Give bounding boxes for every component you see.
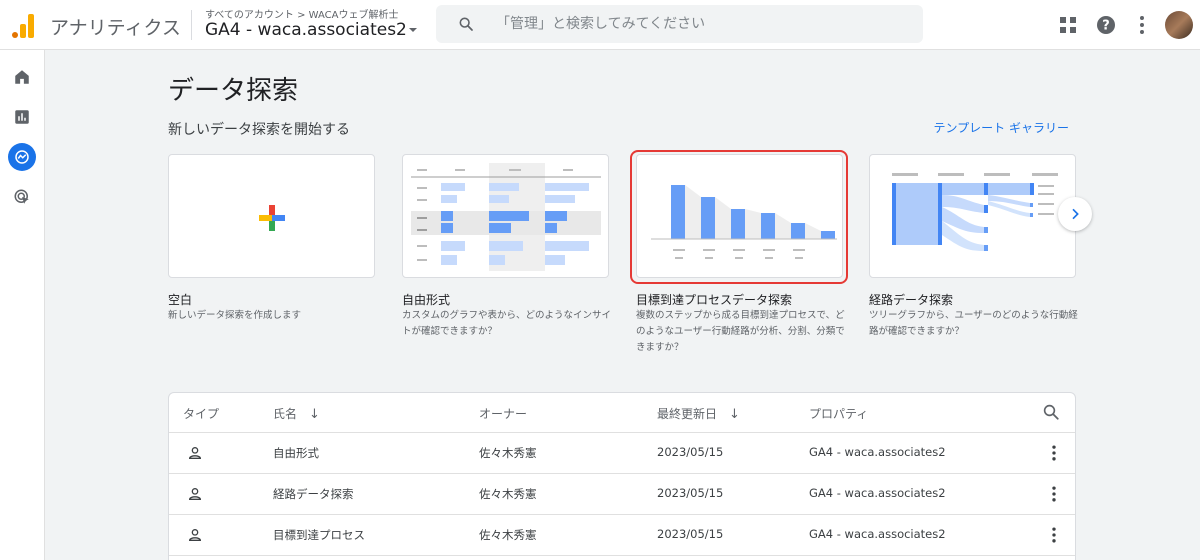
col-owner[interactable]: オーナー bbox=[479, 405, 527, 422]
page-title: データ探索 bbox=[168, 76, 299, 106]
avatar[interactable] bbox=[1165, 11, 1193, 39]
svg-text:?: ? bbox=[1102, 19, 1110, 34]
col-updated[interactable]: 最終更新日 ↓ bbox=[657, 405, 740, 422]
card-desc-path: ツリーグラフから、ユーザーのどのような行動経路が確認できますか？ bbox=[869, 310, 1078, 337]
row-owner: 佐々木秀憲 bbox=[479, 446, 537, 460]
template-gallery-link[interactable]: テンプレート ギャラリー bbox=[934, 119, 1069, 136]
col-updated-label: 最終更新日 bbox=[657, 407, 718, 421]
card-title-path: 経路データ探索 bbox=[869, 293, 954, 307]
row-owner: 佐々木秀憲 bbox=[479, 528, 537, 542]
sort-down-icon: ↓ bbox=[309, 407, 320, 422]
card-desc-blank: 新しいデータ探索を作成します bbox=[168, 310, 302, 321]
search-icon bbox=[459, 17, 473, 31]
col-name-label: 氏名 bbox=[273, 407, 298, 421]
apps-grid-icon[interactable] bbox=[1056, 13, 1080, 37]
top-bar: アナリティクス すべてのアカウント > WACAウェブ解析士 GA4 - wac… bbox=[0, 0, 1200, 50]
row-property: GA4 - waca.associates2 bbox=[809, 486, 946, 500]
header-divider bbox=[191, 10, 192, 40]
section-subtitle: 新しいデータ探索を開始する bbox=[168, 122, 350, 138]
row-updated: 2023/05/15 bbox=[657, 527, 724, 541]
col-name[interactable]: 氏名 ↓ bbox=[273, 405, 320, 422]
card-title-blank: 空白 bbox=[168, 293, 193, 307]
analytics-logo-icon[interactable] bbox=[12, 12, 36, 38]
more-vert-icon[interactable] bbox=[1130, 13, 1154, 37]
row-property: GA4 - waca.associates2 bbox=[809, 445, 946, 459]
user-icon bbox=[188, 488, 202, 500]
row-owner: 佐々木秀憲 bbox=[479, 487, 537, 501]
col-type[interactable]: タイプ bbox=[183, 405, 219, 422]
table-header: タイプ 氏名 ↓ オーナー 最終更新日 ↓ プロパティ bbox=[169, 393, 1075, 433]
table-row[interactable]: 自由形式 佐々木秀憲 2023/05/15 GA4 - waca.associa… bbox=[169, 433, 1075, 474]
table-row[interactable]: 経路データ探索 佐々木秀憲 2023/05/15 GA4 - waca.asso… bbox=[169, 474, 1075, 515]
more-vert-icon[interactable] bbox=[1044, 484, 1064, 504]
row-name[interactable]: 自由形式 bbox=[273, 445, 319, 461]
card-path[interactable] bbox=[869, 154, 1076, 278]
col-property[interactable]: プロパティ bbox=[809, 405, 868, 422]
home-icon bbox=[15, 70, 29, 84]
caret-down-icon bbox=[408, 28, 417, 32]
selection-highlight bbox=[630, 150, 848, 284]
explore-icon bbox=[15, 150, 29, 164]
carousel-next-button[interactable] bbox=[1058, 197, 1092, 231]
chevron-right-icon bbox=[1072, 208, 1079, 220]
card-freeform[interactable] bbox=[402, 154, 609, 278]
card-blank[interactable] bbox=[168, 154, 375, 278]
nav-explore[interactable] bbox=[8, 143, 36, 171]
nav-advertising[interactable] bbox=[8, 183, 36, 211]
row-name[interactable]: 経路データ探索 bbox=[273, 486, 354, 502]
search-input[interactable] bbox=[496, 12, 896, 36]
freeform-thumbnail-icon bbox=[411, 163, 601, 271]
property-name: GA4 - waca.associates2 bbox=[205, 20, 407, 40]
search-bar[interactable] bbox=[436, 5, 923, 43]
row-name[interactable]: 目標到達プロセス bbox=[273, 527, 365, 543]
sort-down-icon: ↓ bbox=[729, 407, 740, 422]
explorations-table: タイプ 氏名 ↓ オーナー 最終更新日 ↓ プロパティ 自由形式 佐々木秀憲 202… bbox=[168, 392, 1076, 560]
left-nav bbox=[0, 50, 45, 560]
nav-reports[interactable] bbox=[8, 103, 36, 131]
bar-chart-icon bbox=[15, 110, 29, 124]
row-updated: 2023/05/15 bbox=[657, 486, 724, 500]
nav-home[interactable] bbox=[8, 63, 36, 91]
table-row[interactable]: 目標到達プロセス 佐々木秀憲 2023/05/15 GA4 - waca.ass… bbox=[169, 515, 1075, 556]
property-selector[interactable]: GA4 - waca.associates2 bbox=[205, 20, 417, 40]
user-icon bbox=[188, 529, 202, 541]
ads-target-icon bbox=[14, 189, 29, 204]
help-icon[interactable]: ? bbox=[1094, 13, 1118, 37]
breadcrumb[interactable]: すべてのアカウント > WACAウェブ解析士 bbox=[205, 6, 398, 21]
app-title: アナリティクス bbox=[50, 17, 181, 39]
row-property: GA4 - waca.associates2 bbox=[809, 527, 946, 541]
card-desc-freeform: カスタムのグラフや表から、どのようなインサイトが確認できますか？ bbox=[402, 310, 612, 337]
card-title-funnel: 目標到達プロセスデータ探索 bbox=[636, 293, 793, 307]
row-updated: 2023/05/15 bbox=[657, 445, 724, 459]
card-title-freeform: 自由形式 bbox=[402, 293, 451, 307]
user-icon bbox=[188, 447, 202, 459]
table-search-icon[interactable] bbox=[1042, 403, 1060, 421]
plus-icon bbox=[259, 205, 285, 231]
more-vert-icon[interactable] bbox=[1044, 443, 1064, 463]
more-vert-icon[interactable] bbox=[1044, 525, 1064, 545]
path-thumbnail-icon bbox=[892, 173, 1058, 251]
card-desc-funnel: 複数のステップから成る目標到達プロセスで、どのようなユーザー行動経路が分析、分割… bbox=[636, 310, 845, 353]
